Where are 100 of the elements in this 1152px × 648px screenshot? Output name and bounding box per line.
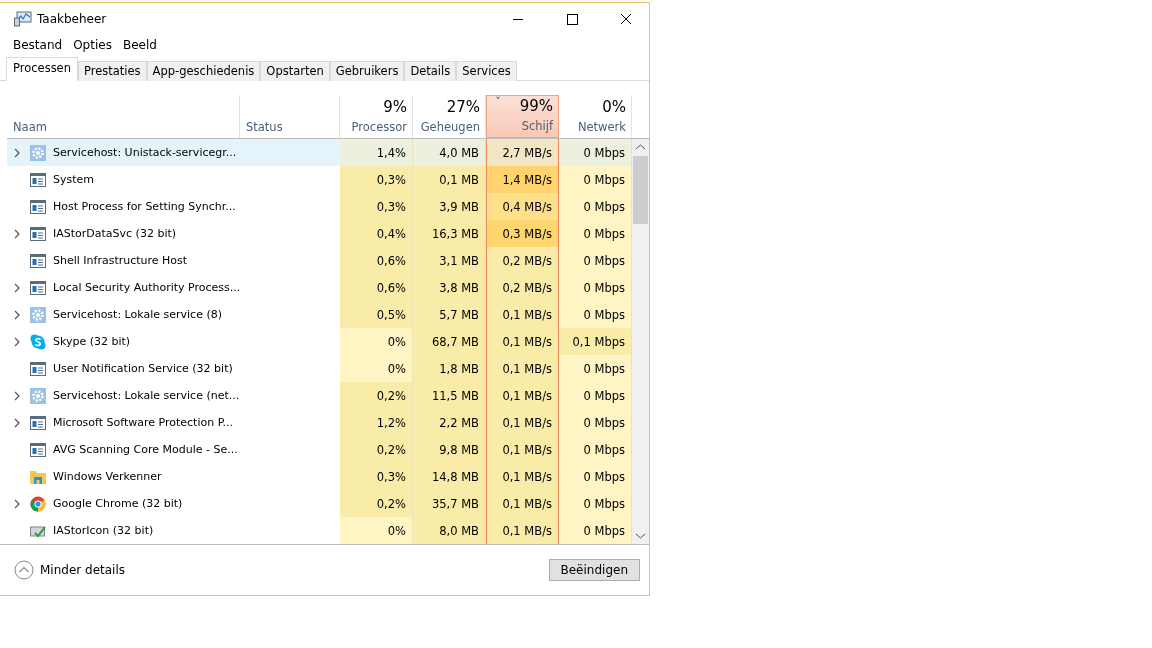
table-cell: 0,2% [340,382,413,409]
table-cell: 11,5 MB [413,382,486,409]
chevron-icon[interactable] [14,336,20,347]
table-cell: 1,2% [340,409,413,436]
chevron-icon[interactable] [14,417,20,428]
window-icon [30,199,46,214]
table-cell: 0 Mbps [559,436,632,463]
table-cell: 0,6% [340,247,413,274]
table-cell: 0,3 MB/s [486,220,559,247]
table-cell: 0,4% [340,220,413,247]
chevron-icon[interactable] [14,228,20,239]
process-row[interactable]: Skype (32 bit) 0% 68,7 MB 0,1 MB/s 0,1 Mbps [7,328,632,355]
table-cell: 1,4% [340,139,413,166]
table-cell: 0,5% [340,301,413,328]
table-cell: 0% [340,517,413,544]
tab[interactable]: Opstarten [260,61,330,81]
table-cell: 0,3% [340,193,413,220]
column-header[interactable]: Naam [7,95,240,138]
process-row[interactable]: System 0,3% 0,1 MB 1,4 MB/s 0 Mbps [7,166,632,193]
process-name: Windows Verkenner [53,470,162,483]
chrome-logo-icon [30,495,46,512]
process-name: Servicehost: Lokale service (8) [53,308,222,321]
column-header[interactable]: Status [240,95,340,138]
gear-icon [30,144,46,161]
process-row[interactable]: Host Process for Setting Synchr... 0,3% 3,9 MB 0,4 MB/s 0 Mbps [7,193,632,220]
table-cell: 0,2% [340,436,413,463]
table-cell: 1,4 MB/s [486,166,559,193]
process-name: Shell Infrastructure Host [53,254,188,267]
process-row[interactable]: Servicehost: Lokale service (net... 0,2% 11,5 MB 0,1 MB/s 0 Mbps [7,382,632,409]
process-row[interactable]: AVG Scanning Core Module - Se... 0,2% 9,8 MB 0,1 MB/s 0 Mbps [7,436,632,463]
window-icon [30,361,46,376]
process-row[interactable]: Shell Infrastructure Host 0,6% 3,1 MB 0,2 MB/s 0 Mbps [7,247,632,274]
table-cell: 0 Mbps [559,382,632,409]
tab[interactable]: Gebruikers [329,61,405,81]
table-cell: 3,8 MB [413,274,486,301]
table-cell: 0 Mbps [559,517,632,544]
process-name: User Notification Service (32 bit) [53,362,233,375]
scrollbar[interactable] [632,139,649,544]
process-row[interactable]: IAStorIcon (32 bit) 0% 8,0 MB 0,1 MB/s 0 Mbps [7,517,632,544]
process-row[interactable]: Microsoft Software Protection P... 1,2% 2,2 MB 0,1 MB/s 0 Mbps [7,409,632,436]
monitor-chart-icon [14,11,32,27]
table-cell: 68,7 MB [413,328,486,355]
process-row[interactable]: Windows Verkenner 0,3% 14,8 MB 0,1 MB/s 0 Mbps [7,463,632,490]
table-cell: 0 Mbps [559,166,632,193]
table-cell: 3,1 MB [413,247,486,274]
menu-item[interactable]: Bestand [13,38,63,52]
window-title: Taakbeheer [37,12,108,26]
table-cell: 2,2 MB [413,409,486,436]
table-cell: 0% [340,355,413,382]
gear-icon [30,306,46,323]
table-cell: 0 Mbps [559,247,632,274]
window-icon [30,226,46,241]
table-cell: 0 Mbps [559,193,632,220]
process-row[interactable]: IAStorDataSvc (32 bit) 0,4% 16,3 MB 0,3 MB/s 0 Mbps [7,220,632,247]
process-name: Microsoft Software Protection P... [53,416,234,429]
tab[interactable]: Services [456,61,517,81]
process-name: Servicehost: Unistack-servicegr... [53,146,237,159]
process-row[interactable]: Servicehost: Lokale service (8) 0,5% 5,7 MB 0,1 MB/s 0 Mbps [7,301,632,328]
gear-icon [30,387,46,404]
table-cell: 0,2% [340,490,413,517]
process-row[interactable]: User Notification Service (32 bit) 0% 1,8 MB 0,1 MB/s 0 Mbps [7,355,632,382]
table-cell: 0,2 MB/s [486,274,559,301]
column-header[interactable]: 0% Netwerk [559,95,632,138]
process-row[interactable]: Servicehost: Unistack-servicegr... 1,4% 4,0 MB 2,7 MB/s 0 Mbps [7,139,632,166]
table-cell: 0 Mbps [559,220,632,247]
table-cell: 0,3% [340,463,413,490]
table-cell: 0,1 MB/s [486,517,559,544]
table-cell: 0,6% [340,274,413,301]
process-row[interactable]: Google Chrome (32 bit) 0,2% 35,7 MB 0,1 MB/s 0 Mbps [7,490,632,517]
window-icon [30,415,46,430]
end-task-button[interactable]: Beëindigen [548,559,640,581]
table-cell: 0 Mbps [559,490,632,517]
tab[interactable]: App-geschiedenis [146,61,261,81]
table-cell: 8,0 MB [413,517,486,544]
table-cell: 0,1 MB/s [486,301,559,328]
menu-item[interactable]: Opties [73,38,112,52]
process-name: Skype (32 bit) [53,335,131,348]
column-header[interactable]: 9% Processor [340,95,413,138]
table-cell: 35,7 MB [413,490,486,517]
table-cell: 0% [340,328,413,355]
window-icon [30,280,46,295]
fewer-details-toggle[interactable]: Minder details [14,560,126,580]
tab[interactable]: Details [404,61,457,81]
chevron-icon[interactable] [14,282,20,293]
scrollbar-thumb[interactable] [633,156,648,224]
chevron-icon[interactable] [14,147,20,158]
process-name: Host Process for Setting Synchr... [53,200,236,213]
tab[interactable]: Processen [6,57,78,81]
collapse-icon [14,560,34,580]
table-cell: 5,7 MB [413,301,486,328]
menu-item[interactable]: Beeld [122,38,157,52]
process-row[interactable]: Local Security Authority Process... 0,6% 3,8 MB 0,2 MB/s 0 Mbps [7,274,632,301]
chevron-icon[interactable] [14,390,20,401]
chevron-icon[interactable] [14,498,20,509]
tab[interactable]: Prestaties [78,61,147,81]
folder-icon [30,468,46,485]
process-name: IAStorIcon (32 bit) [53,524,154,537]
chevron-icon[interactable] [14,309,20,320]
table-cell: 0,1 MB/s [486,490,559,517]
column-header[interactable]: ˇ 99% Schijf [486,95,559,138]
